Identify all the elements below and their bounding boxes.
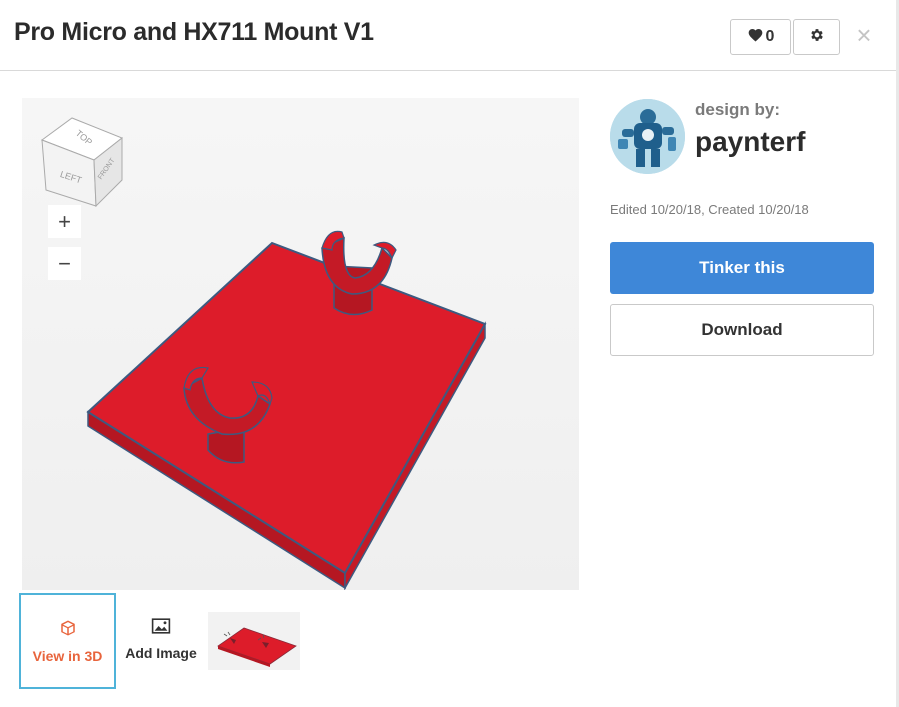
cube-icon <box>59 619 77 642</box>
zoom-out-button[interactable]: − <box>48 247 81 280</box>
image-icon <box>151 618 171 639</box>
page-title: Pro Micro and HX711 Mount V1 <box>14 18 374 46</box>
author-name[interactable]: paynterf <box>695 126 805 158</box>
download-button[interactable]: Download <box>610 304 874 356</box>
modal-header: Pro Micro and HX711 Mount V1 0 × <box>0 0 899 71</box>
tinker-this-button[interactable]: Tinker this <box>610 242 874 294</box>
view-in-3d-label: View in 3D <box>32 647 103 664</box>
avatar[interactable] <box>610 99 685 174</box>
edit-dates: Edited 10/20/18, Created 10/20/18 <box>610 202 809 217</box>
close-button[interactable]: × <box>851 20 877 50</box>
zoom-in-button[interactable]: + <box>48 205 81 238</box>
heart-icon <box>747 27 764 47</box>
design-by-label: design by: <box>695 100 781 119</box>
settings-button[interactable] <box>793 19 840 55</box>
3d-viewer[interactable]: TOP LEFT FRONT + − <box>22 98 579 590</box>
add-image-label: Add Image <box>125 645 197 661</box>
add-image-thumbnail[interactable]: Add Image <box>118 618 204 666</box>
gear-icon <box>809 27 825 48</box>
like-button[interactable]: 0 <box>730 19 791 55</box>
like-count: 0 <box>765 28 775 45</box>
close-icon: × <box>856 19 872 50</box>
model-thumbnail[interactable] <box>208 612 300 670</box>
view-in-3d-thumbnail[interactable]: View in 3D <box>19 593 116 689</box>
